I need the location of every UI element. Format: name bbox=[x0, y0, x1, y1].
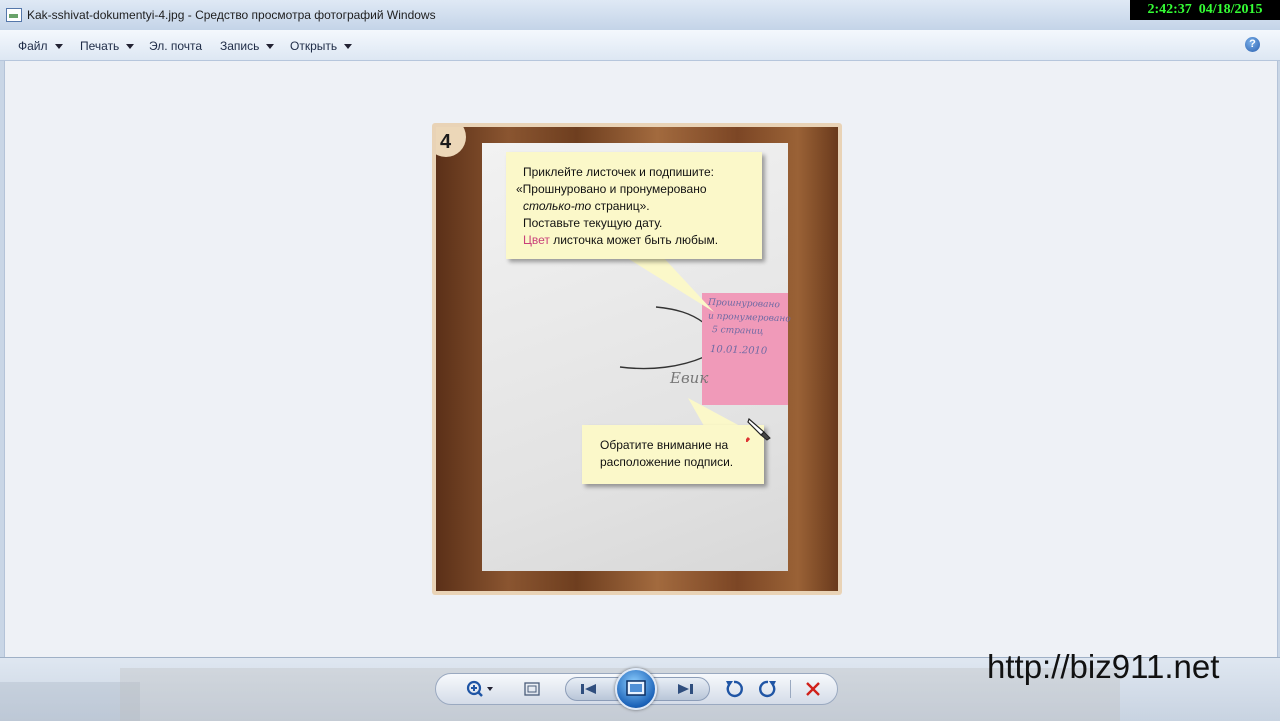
menu-print-label: Печать bbox=[80, 39, 120, 53]
rotate-left-icon[interactable] bbox=[722, 677, 746, 701]
sticky-note-line: и пронумеровано bbox=[707, 311, 791, 325]
pen-cursor-icon bbox=[746, 417, 771, 442]
clock-time: 2:42:37 bbox=[1147, 2, 1192, 17]
callout-signature-note: Обратите внимание на расположение подпис… bbox=[582, 425, 764, 484]
clock-overlay: 2:42:37 04/18/2015 bbox=[1130, 0, 1280, 20]
watermark-url: http://biz911.net bbox=[987, 648, 1220, 685]
chevron-down-icon bbox=[126, 44, 135, 50]
title-bar: Kak-sshivat-dokumentyi-4.jpg - Средство … bbox=[0, 0, 1280, 31]
callout-1-tail bbox=[624, 256, 714, 312]
delete-icon[interactable] bbox=[802, 677, 824, 701]
menu-email[interactable]: Эл. почта bbox=[149, 39, 202, 53]
menu-print[interactable]: Печать bbox=[80, 39, 135, 53]
previous-icon[interactable] bbox=[576, 677, 602, 701]
rotate-right-icon[interactable] bbox=[756, 677, 780, 701]
callout-1-line: Цвет листочка может быть любым. bbox=[523, 232, 718, 249]
slideshow-button[interactable] bbox=[615, 668, 657, 710]
callout-1-line: столько-то страниц». bbox=[523, 198, 650, 215]
menu-burn[interactable]: Запись bbox=[220, 39, 275, 53]
menu-open-label: Открыть bbox=[290, 39, 338, 53]
slideshow-icon bbox=[626, 680, 646, 696]
toolbar-divider bbox=[790, 680, 791, 698]
callout-1-line: «Прошнуровано и пронумеровано bbox=[516, 182, 707, 196]
next-icon[interactable] bbox=[672, 677, 698, 701]
chevron-down-icon bbox=[54, 44, 63, 50]
callout-1-line: Приклейте листочек и подпишите: bbox=[523, 165, 714, 179]
menu-open[interactable]: Открыть bbox=[290, 39, 353, 53]
callout-1-italic: столько-то bbox=[523, 199, 592, 213]
menu-file[interactable]: Файл bbox=[18, 39, 63, 53]
callout-1-line: Поставьте текущую дату. bbox=[523, 216, 663, 230]
background-ghost bbox=[0, 682, 140, 721]
menu-burn-label: Запись bbox=[220, 39, 260, 53]
step-number: 4 bbox=[440, 131, 452, 153]
signature: Евик bbox=[670, 369, 709, 387]
callout-2-line: Обратите внимание на bbox=[600, 438, 729, 452]
actual-size-icon[interactable] bbox=[521, 677, 543, 701]
sticky-note-date: 10.01.2010 bbox=[709, 344, 768, 357]
menu-file-label: Файл bbox=[18, 39, 48, 53]
zoom-icon[interactable] bbox=[463, 677, 497, 701]
callout-2-line: расположение подписи. bbox=[600, 455, 734, 469]
chevron-down-icon bbox=[266, 44, 275, 50]
callout-1-text: страниц». bbox=[591, 199, 650, 213]
menu-email-label: Эл. почта bbox=[149, 39, 203, 53]
callout-1-accent-word: Цвет bbox=[523, 233, 550, 247]
help-icon[interactable]: ? bbox=[1245, 37, 1260, 52]
callout-1-text: листочка может быть любым. bbox=[549, 233, 719, 247]
clock-date: 04/18/2015 bbox=[1198, 2, 1263, 17]
menu-bar: Файл Печать Эл. почта Запись Открыть bbox=[0, 30, 1280, 61]
chevron-down-icon bbox=[344, 44, 353, 50]
photo-viewer-app-icon[interactable] bbox=[6, 8, 22, 22]
window-title: Kak-sshivat-dokumentyi-4.jpg - Средство … bbox=[27, 8, 436, 22]
sticky-note-line: 5 страниц bbox=[711, 325, 764, 337]
sticky-note-line: Прошнуровано bbox=[707, 297, 780, 311]
callout-instructions: Приклейте листочек и подпишите: «Прошнур… bbox=[506, 152, 762, 259]
